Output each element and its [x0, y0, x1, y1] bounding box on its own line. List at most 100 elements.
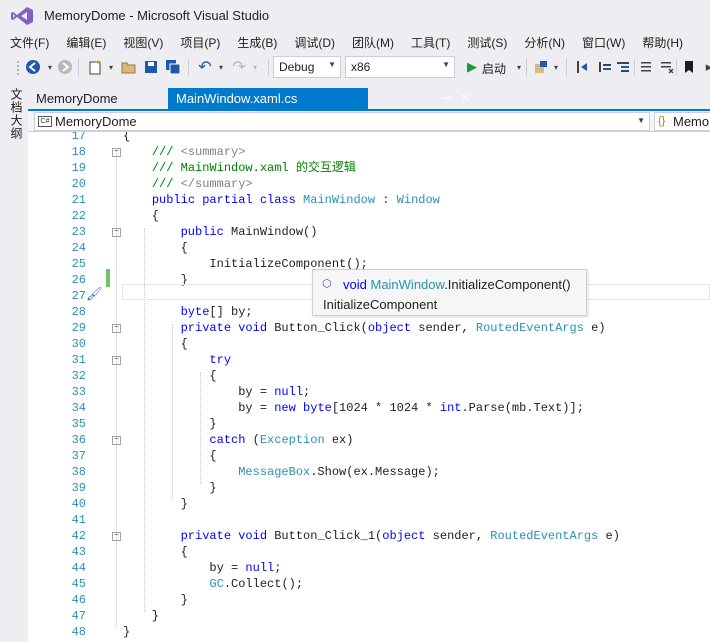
code-text: {	[123, 449, 217, 463]
menu-analyze[interactable]: 分析(N)	[514, 32, 572, 52]
code-line[interactable]: 30 {	[28, 336, 710, 352]
code-text: }	[123, 625, 131, 639]
comment-out-icon[interactable]	[638, 58, 656, 76]
menu-help[interactable]: 帮助(H)	[632, 32, 690, 52]
code-line[interactable]: 36− catch (Exception ex)	[28, 432, 710, 448]
code-line[interactable]: 20 /// </summary>	[28, 176, 710, 192]
code-text: byte[] by;	[180, 305, 253, 319]
step-into-icon[interactable]	[574, 58, 592, 76]
code-line[interactable]: 37 {	[28, 448, 710, 464]
save-all-icon[interactable]	[164, 58, 182, 76]
line-number: 42	[71, 529, 86, 543]
line-number: 43	[71, 545, 86, 559]
code-line[interactable]: 42− private void Button_Click_1(object s…	[28, 528, 710, 544]
find-dropdown-icon[interactable]: ▾	[547, 58, 565, 76]
project-dropdown[interactable]: C# MemoryDome ▼	[34, 112, 650, 131]
tooltip-return-type: void	[343, 277, 367, 292]
solution-config-value: Debug	[279, 60, 315, 74]
quick-actions-brush-icon[interactable]: 🖌	[86, 286, 103, 302]
code-line[interactable]: 33 by = null;	[28, 384, 710, 400]
code-line[interactable]: 22 {	[28, 208, 710, 224]
code-line[interactable]: 47 }	[28, 608, 710, 624]
code-text: catch (Exception ex)	[209, 433, 354, 447]
line-number: 24	[71, 241, 86, 255]
pin-tab-icon[interactable]: ⊸	[442, 92, 451, 105]
line-number: 28	[71, 305, 86, 319]
code-line[interactable]: 18− /// <summary>	[28, 144, 710, 160]
open-file-icon[interactable]	[120, 58, 138, 76]
code-line[interactable]: 32 {	[28, 368, 710, 384]
close-tab-icon[interactable]: ×	[461, 89, 469, 105]
code-line[interactable]: 48}	[28, 624, 710, 640]
line-number: 37	[71, 449, 86, 463]
code-editor[interactable]: 17 {18− /// <summary> 19 /// MainWindow.xa…	[28, 132, 710, 642]
menu-team[interactable]: 团队(M)	[342, 32, 401, 52]
menu-project[interactable]: 项目(P)	[170, 32, 227, 52]
toolbar-grip[interactable]	[16, 60, 20, 76]
code-line[interactable]: 23− public MainWindow()	[28, 224, 710, 240]
quickinfo-tooltip: ⬡ void MainWindow.InitializeComponent() …	[312, 269, 587, 316]
step-out-icon[interactable]	[614, 58, 632, 76]
code-text: }	[123, 497, 188, 511]
code-line[interactable]: 21 public partial class MainWindow : Win…	[28, 192, 710, 208]
menu-debug[interactable]: 调试(D)	[284, 32, 342, 52]
start-button-label[interactable]: 启动	[482, 60, 506, 77]
save-icon[interactable]	[142, 58, 160, 76]
code-line[interactable]: 29− private void Button_Click(object sen…	[28, 320, 710, 336]
navigate-forward-icon[interactable]	[56, 58, 74, 76]
code-text: {	[123, 241, 188, 255]
uncomment-icon[interactable]	[658, 58, 676, 76]
menu-file[interactable]: 文件(F)	[0, 32, 56, 52]
code-line[interactable]: 38 MessageBox.Show(ex.Message);	[28, 464, 710, 480]
solution-platform-select[interactable]: x86 ▼	[345, 56, 455, 78]
menu-edit[interactable]: 编辑(E)	[56, 32, 113, 52]
code-line[interactable]: 45 GC.Collect();	[28, 576, 710, 592]
code-line[interactable]: 41	[28, 512, 710, 528]
solution-platform-value: x86	[351, 60, 371, 74]
code-line[interactable]: 40 }	[28, 496, 710, 512]
code-line[interactable]: 24 {	[28, 240, 710, 256]
code-line[interactable]: 31− try	[28, 352, 710, 368]
line-number: 20	[71, 177, 86, 191]
toolbar: ▾ ▾ ↶ ▾ ↷ ▾ Debug ▼ x86 ▼ ▶ 启动 ▾ ▾ ▸	[0, 53, 710, 82]
bookmark-icon[interactable]	[680, 58, 698, 76]
menu-build[interactable]: 生成(B)	[227, 32, 284, 52]
code-line[interactable]: 17 {	[28, 132, 710, 144]
chevron-down-icon: ▼	[637, 116, 645, 125]
code-line[interactable]: 34 by = new byte[1024 * 1024 * int.Parse…	[28, 400, 710, 416]
code-line[interactable]: 39 }	[28, 480, 710, 496]
line-number: 21	[71, 193, 86, 207]
line-number: 44	[71, 561, 86, 575]
document-outline-tab[interactable]: 文档大纲	[8, 88, 25, 140]
code-line[interactable]: 19 /// MainWindow.xaml 的交互逻辑	[28, 160, 710, 176]
menu-view[interactable]: 视图(V)	[113, 32, 170, 52]
code-line[interactable]: 46 }	[28, 592, 710, 608]
type-dropdown[interactable]: {} MemoryDome	[654, 112, 710, 131]
line-number: 45	[71, 577, 86, 591]
navigation-bar: C# MemoryDome ▼ {} MemoryDome	[28, 111, 710, 132]
menu-window[interactable]: 窗口(W)	[572, 32, 632, 52]
navigate-back-icon[interactable]	[24, 58, 42, 76]
document-tabs: MemoryDome MainWindow.xaml.cs ⊸ ×	[28, 88, 710, 110]
tab-memorydome[interactable]: MemoryDome	[28, 88, 166, 110]
solution-config-select[interactable]: Debug ▼	[273, 56, 341, 78]
new-dropdown-icon[interactable]: ▾	[102, 58, 120, 76]
project-dropdown-value: MemoryDome	[55, 114, 137, 129]
line-number: 26	[71, 273, 86, 287]
toolbar-more-icon[interactable]: ▸	[700, 58, 710, 76]
toolbar-separator	[268, 59, 269, 76]
menu-test[interactable]: 测试(S)	[457, 32, 514, 52]
code-line[interactable]: 35 }	[28, 416, 710, 432]
line-number: 35	[71, 417, 86, 431]
tab-mainwindow-xaml-cs[interactable]: MainWindow.xaml.cs ⊸ ×	[168, 88, 469, 110]
code-text: }	[123, 593, 188, 607]
code-line[interactable]: 44 by = null;	[28, 560, 710, 576]
code-text: by = null;	[123, 385, 311, 399]
code-line[interactable]: 43 {	[28, 544, 710, 560]
menu-tools[interactable]: 工具(T)	[401, 32, 457, 52]
toolbar-separator	[78, 59, 79, 76]
redo-dropdown-icon[interactable]: ▾	[246, 58, 264, 76]
undo-dropdown-icon[interactable]: ▾	[212, 58, 230, 76]
step-over-icon[interactable]	[596, 58, 614, 76]
start-icon[interactable]: ▶	[463, 58, 481, 76]
